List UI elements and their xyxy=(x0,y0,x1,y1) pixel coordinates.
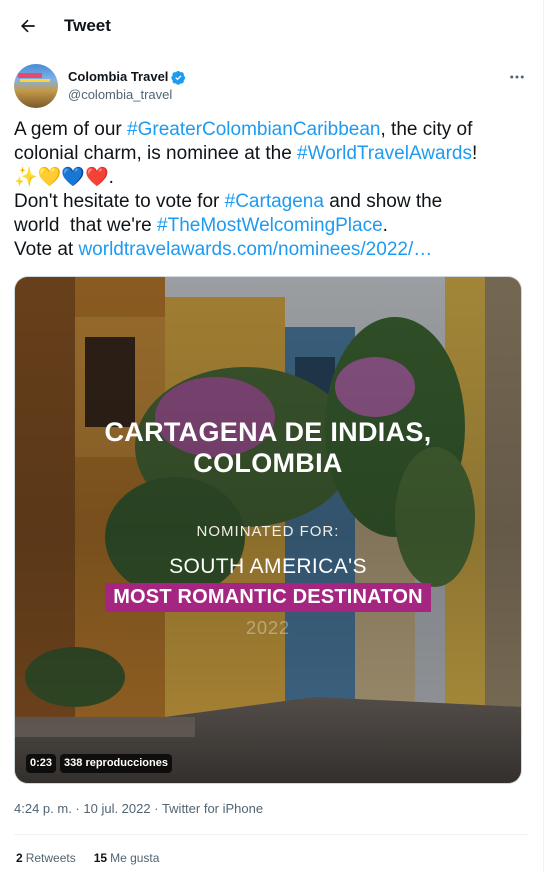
likes-stat[interactable]: 15 Me gusta xyxy=(94,851,160,865)
caption-line: COLOMBIA xyxy=(193,448,343,478)
video-player[interactable]: CARTAGENA DE INDIAS, COLOMBIA NOMINATED … xyxy=(14,276,522,784)
text-segment: . xyxy=(382,215,388,236)
tweet-stats: 2 Retweets 15 Me gusta xyxy=(0,835,543,872)
more-options-icon xyxy=(510,75,524,79)
tweet-meta: 4:24 p. m. · 10 jul. 2022 · Twitter for … xyxy=(0,800,543,818)
hashtag-link[interactable]: #GreaterColombianCaribbean xyxy=(127,119,380,140)
text-segment: A gem of our xyxy=(14,119,128,140)
caption-line: CARTAGENA DE INDIAS, xyxy=(104,417,432,447)
retweets-count: 2 xyxy=(16,851,23,865)
tweet-author: Colombia Travel @colombia_travel xyxy=(0,52,543,112)
url-link[interactable]: worldtravelawards.com/nominees/2022/… xyxy=(78,239,432,260)
text-segment: world that we're xyxy=(14,215,158,236)
more-options-button[interactable] xyxy=(505,65,529,89)
author-handle[interactable]: @colombia_travel xyxy=(68,86,505,104)
likes-count: 15 xyxy=(93,851,108,865)
tweet-page: Tweet Colombia Travel @colombia_travel A… xyxy=(0,0,544,872)
tweet-time[interactable]: 4:24 p. m. xyxy=(14,801,72,816)
video-duration-badge: 0:23 xyxy=(26,754,57,773)
tweet-text: A gem of our #GreaterColombianCaribbean,… xyxy=(0,118,543,262)
video-caption-nominated: NOMINATED FOR: xyxy=(196,523,340,540)
video-caption-banner: MOST ROMANTIC DESTINATON xyxy=(105,583,431,612)
emoji-segment: ✨💛💙❤️ xyxy=(14,167,109,188)
tweet-source[interactable]: Twitter for iPhone xyxy=(162,801,263,816)
hashtag-link[interactable]: #WorldTravelAwards xyxy=(297,143,472,164)
likes-label: Me gusta xyxy=(110,851,160,865)
video-badges: 0:23 338 reproducciones xyxy=(26,754,172,773)
retweets-label: Retweets xyxy=(25,851,76,865)
author-name[interactable]: Colombia Travel xyxy=(68,68,168,86)
text-segment: Vote at xyxy=(14,239,79,260)
meta-separator: · xyxy=(150,801,162,816)
video-caption-year: 2022 xyxy=(245,618,291,638)
video-views-badge: 338 reproducciones xyxy=(60,754,172,773)
hashtag-link[interactable]: #TheMostWelcomingPlace xyxy=(157,215,383,236)
video-caption-city: CARTAGENA DE INDIAS, COLOMBIA xyxy=(15,417,521,479)
meta-separator: · xyxy=(71,801,84,816)
text-segment: Don't hesitate to vote for xyxy=(14,191,225,212)
video-caption-region: SOUTH AMERICA'S xyxy=(169,555,367,578)
text-segment: . xyxy=(108,167,114,188)
text-segment: ! xyxy=(471,143,478,164)
page-title: Tweet xyxy=(64,16,111,35)
back-button[interactable] xyxy=(14,12,42,40)
text-segment: , the city of xyxy=(380,119,473,140)
retweets-stat[interactable]: 2 Retweets xyxy=(16,851,76,865)
verified-badge-icon xyxy=(171,70,186,85)
avatar[interactable] xyxy=(14,64,58,108)
hashtag-link[interactable]: #Cartagena xyxy=(225,191,324,212)
text-segment: colonial charm, is nominee at the xyxy=(14,143,298,164)
back-arrow-icon xyxy=(21,19,35,33)
text-segment: and show the xyxy=(323,191,443,212)
tweet-date[interactable]: 10 jul. 2022 xyxy=(83,801,150,816)
top-header: Tweet xyxy=(0,0,543,52)
